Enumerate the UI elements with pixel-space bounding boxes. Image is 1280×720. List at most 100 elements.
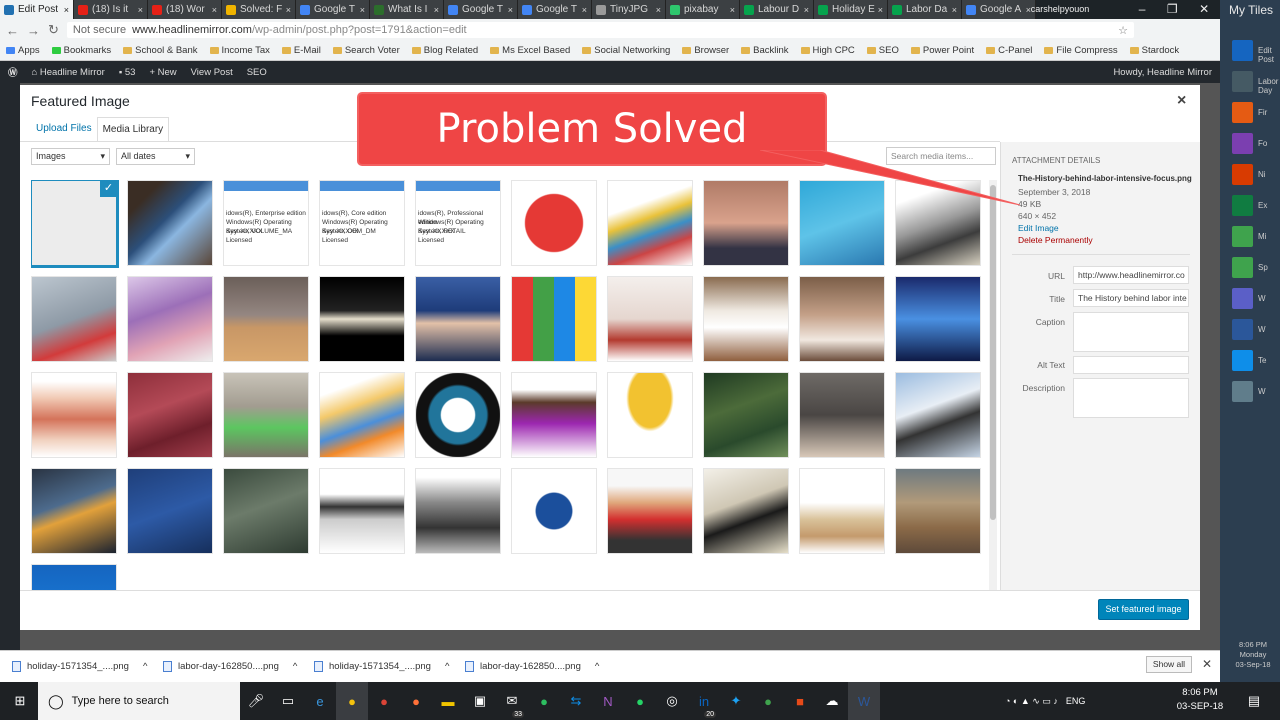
media-thumbnail[interactable] <box>415 372 501 458</box>
media-thumbnail[interactable] <box>127 372 213 458</box>
media-thumbnail[interactable] <box>31 276 117 362</box>
tab-close-icon[interactable]: × <box>656 5 661 15</box>
alt-text-field[interactable] <box>1073 356 1189 374</box>
tab-upload-files[interactable]: Upload Files <box>31 117 97 142</box>
tab-close-icon[interactable]: × <box>508 5 513 15</box>
media-thumbnail[interactable] <box>319 276 405 362</box>
side-tile-icon[interactable] <box>1232 102 1253 123</box>
new-link[interactable]: + New <box>149 67 176 78</box>
browser-tab[interactable]: Solved: F × <box>222 0 296 19</box>
side-tile-icon[interactable] <box>1232 40 1253 61</box>
star-icon[interactable]: ☆ <box>1118 24 1128 37</box>
tab-close-icon[interactable]: × <box>804 5 809 15</box>
profile-name[interactable]: carshelpyouon <box>1000 0 1120 19</box>
side-tile-icon[interactable] <box>1232 319 1253 340</box>
chrome-taskbar-icon[interactable]: ● <box>336 682 368 720</box>
file-explorer-icon[interactable]: ▬ <box>432 682 464 720</box>
download-item[interactable]: holiday-1571354_....png ^ <box>314 661 465 672</box>
microphone-icon[interactable]: 🎤︎ <box>240 682 272 720</box>
twitter-icon[interactable]: ✦ <box>720 682 752 720</box>
delete-permanently-link[interactable]: Delete Permanently <box>1018 235 1093 245</box>
side-tile-icon[interactable] <box>1232 226 1253 247</box>
mail-icon[interactable]: ✉ 33 <box>496 682 528 720</box>
evernote-icon[interactable]: ● <box>528 682 560 720</box>
media-thumbnail[interactable] <box>895 372 981 458</box>
media-thumbnail[interactable] <box>511 180 597 266</box>
side-tile-icon[interactable] <box>1232 133 1253 154</box>
store-icon[interactable]: ▣ <box>464 682 496 720</box>
media-thumbnail[interactable] <box>319 468 405 554</box>
media-thumbnail[interactable] <box>223 468 309 554</box>
media-thumbnail[interactable] <box>703 372 789 458</box>
media-thumbnail[interactable] <box>799 372 885 458</box>
bookmark-item[interactable]: Stardock <box>1129 45 1179 56</box>
caption-textarea[interactable] <box>1073 312 1189 352</box>
download-item[interactable]: labor-day-162850....png ^ <box>465 661 616 672</box>
title-field[interactable]: The History behind labor inte <box>1073 289 1189 307</box>
office-icon[interactable]: ■ <box>784 682 816 720</box>
date-filter-select[interactable]: All dates ▾ <box>116 148 195 165</box>
media-thumbnail[interactable] <box>703 276 789 362</box>
start-button[interactable]: ⊞ <box>4 682 36 720</box>
tab-close-icon[interactable]: × <box>952 5 957 15</box>
side-tile-icon[interactable] <box>1232 257 1253 278</box>
chevron-up-icon[interactable]: ^ <box>293 661 297 672</box>
media-thumbnail[interactable] <box>319 372 405 458</box>
bookmark-item[interactable]: Blog Related <box>411 45 478 56</box>
media-thumbnail[interactable] <box>223 276 309 362</box>
browser-tab[interactable]: Google T × <box>518 0 592 19</box>
media-thumbnail[interactable] <box>799 276 885 362</box>
seo-link[interactable]: SEO <box>247 67 267 78</box>
side-tile-icon[interactable] <box>1232 288 1253 309</box>
browser-tab[interactable]: TinyJPG × <box>592 0 666 19</box>
close-window-button[interactable]: ✕ <box>1199 0 1209 19</box>
tab-close-icon[interactable]: × <box>64 5 69 15</box>
bookmark-item[interactable]: E-Mail <box>281 45 321 56</box>
bookmark-item[interactable]: Apps <box>6 45 40 56</box>
media-thumbnail[interactable] <box>895 276 981 362</box>
site-name-link[interactable]: ⌂ Headline Mirror <box>32 67 105 78</box>
media-thumbnail[interactable]: idows(R), Professional edition Windows(R)… <box>415 180 501 266</box>
chevron-up-icon[interactable]: ^ <box>143 661 147 672</box>
tab-close-icon[interactable]: × <box>434 5 439 15</box>
description-textarea[interactable] <box>1073 378 1189 418</box>
onenote-icon[interactable]: N <box>592 682 624 720</box>
tab-close-icon[interactable]: × <box>286 5 291 15</box>
minimize-button[interactable]: – <box>1139 0 1146 19</box>
browser-tab[interactable]: Labor Da × <box>888 0 962 19</box>
bookmark-item[interactable]: Income Tax <box>209 45 270 56</box>
bookmark-item[interactable]: High CPC <box>800 45 855 56</box>
bookmark-item[interactable]: C-Panel <box>986 45 1032 56</box>
media-thumbnail[interactable] <box>415 468 501 554</box>
notifications-icon[interactable]: ▤ <box>1238 682 1270 720</box>
tab-close-icon[interactable]: × <box>360 5 365 15</box>
back-icon[interactable]: ← <box>6 23 19 38</box>
close-icon[interactable]: × <box>1177 92 1186 110</box>
tab-media-library[interactable]: Media Library <box>96 117 170 142</box>
taskbar-search[interactable]: ◯ Type here to search <box>38 682 240 720</box>
media-thumbnail[interactable] <box>607 468 693 554</box>
edit-image-link[interactable]: Edit Image <box>1018 223 1059 233</box>
bookmark-item[interactable]: Ms Excel Based <box>490 45 570 56</box>
media-thumbnail[interactable] <box>127 276 213 362</box>
side-tile-icon[interactable] <box>1232 350 1253 371</box>
maximize-button[interactable]: ❐ <box>1167 0 1178 19</box>
media-thumbnail[interactable]: idows(R), Core edition Windows(R) Operati… <box>319 180 405 266</box>
media-thumbnail[interactable] <box>31 564 117 590</box>
wp-logo-icon[interactable]: Ⓦ <box>8 65 18 79</box>
bookmark-item[interactable]: SEO <box>866 45 899 56</box>
media-thumbnail[interactable] <box>703 468 789 554</box>
reload-icon[interactable]: ↻ <box>48 22 59 38</box>
tray-icons[interactable]: ◔ ◐ ▲ ∿ ▭ ♪ <box>1005 696 1058 707</box>
side-tile-icon[interactable] <box>1232 164 1253 185</box>
word-icon[interactable]: W <box>848 682 880 720</box>
media-thumbnail[interactable] <box>511 468 597 554</box>
browser-tab[interactable]: pixabay × <box>666 0 740 19</box>
download-item[interactable]: labor-day-162850....png ^ <box>163 661 314 672</box>
chevron-up-icon[interactable]: ^ <box>595 661 599 672</box>
close-download-bar-icon[interactable]: ✕ <box>1202 657 1212 671</box>
chrome-app-icon[interactable]: ● <box>368 682 400 720</box>
media-thumbnail[interactable] <box>127 180 213 266</box>
task-view-icon[interactable]: ▭ <box>272 682 304 720</box>
bookmark-item[interactable]: Search Voter <box>332 45 400 56</box>
